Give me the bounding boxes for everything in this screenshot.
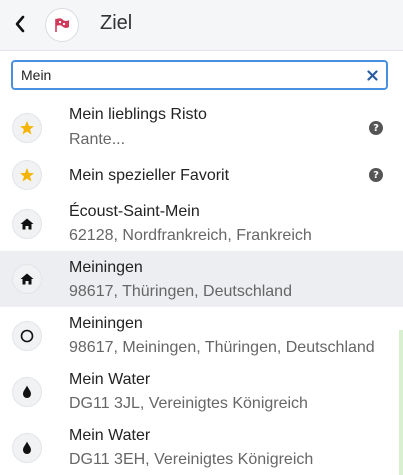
result-address: Rante... — [69, 131, 126, 148]
result-address: 98617, Thüringen, Deutschland — [69, 283, 292, 300]
star-icon — [20, 168, 34, 182]
place-badge — [12, 264, 42, 294]
result-name: Meiningen — [69, 259, 143, 276]
result-name: Mein Water — [69, 371, 151, 388]
list-item[interactable]: Meiningen 98617, Meiningen, Thüringen, D… — [0, 307, 403, 363]
result-address: 98617, Meiningen, Thüringen, Deutschland — [69, 339, 375, 356]
home-icon — [20, 273, 34, 285]
water-drop-icon — [23, 385, 31, 398]
result-name: Meiningen — [69, 315, 143, 332]
list-item[interactable]: Meiningen 98617, Thüringen, Deutschland — [0, 251, 403, 307]
home-icon — [20, 218, 34, 230]
close-icon — [366, 69, 378, 81]
circle-icon — [20, 329, 34, 343]
favorite-badge — [12, 160, 42, 190]
flag-badge — [45, 8, 79, 42]
help-icon[interactable]: ? — [369, 121, 383, 135]
place-badge — [12, 377, 42, 407]
help-icon[interactable]: ? — [369, 168, 383, 182]
clear-search-button[interactable] — [364, 67, 380, 83]
list-item[interactable]: Mein Water DG11 3EH, Vereinigtes Königre… — [0, 419, 403, 475]
star-icon — [20, 121, 34, 135]
result-name: Mein Water — [69, 427, 151, 444]
result-name: Mein spezieller Favorit — [69, 167, 230, 184]
list-item[interactable]: Mein lieblings Risto Rante... ? — [0, 100, 403, 156]
result-name: Écoust-Saint-Mein — [69, 203, 200, 220]
search-box — [11, 60, 388, 90]
place-badge — [12, 321, 42, 351]
favorite-badge — [12, 113, 42, 143]
result-name: Mein lieblings Risto — [69, 106, 207, 123]
map-edge-strip — [399, 330, 403, 475]
page-title: Ziel — [100, 12, 133, 34]
place-badge — [12, 433, 42, 463]
result-address: DG11 3EH, Vereinigtes Königreich — [69, 451, 314, 468]
chevron-left-icon — [15, 15, 25, 33]
water-drop-icon — [23, 441, 31, 454]
back-button[interactable] — [10, 13, 30, 35]
list-item[interactable]: Écoust-Saint-Mein 62128, Nordfrankreich,… — [0, 195, 403, 251]
list-item[interactable]: Mein Water DG11 3JL, Vereinigtes Königre… — [0, 363, 403, 419]
result-address: 62128, Nordfrankreich, Frankreich — [69, 227, 312, 244]
result-address: DG11 3JL, Vereinigtes Königreich — [69, 395, 308, 412]
flag-icon — [55, 18, 69, 32]
place-badge — [12, 209, 42, 239]
search-input[interactable] — [13, 62, 359, 88]
header-bar: Ziel — [0, 0, 403, 51]
